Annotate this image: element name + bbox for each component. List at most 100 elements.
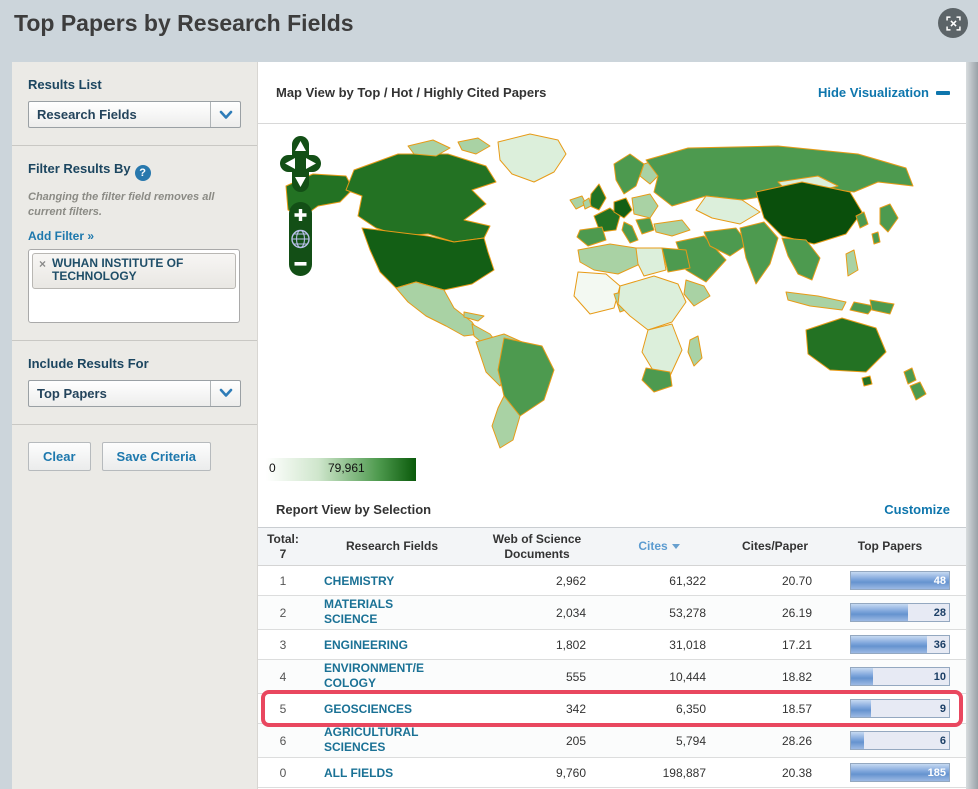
sidebar: Results List Research Fields Filter Resu… bbox=[12, 62, 258, 789]
row-rank: 3 bbox=[279, 637, 287, 652]
hide-visualization-link[interactable]: Hide Visualization bbox=[818, 85, 950, 100]
field-link[interactable]: GEOSCIENCES bbox=[308, 702, 412, 717]
filter-title-text: Filter Results By bbox=[28, 161, 131, 176]
field-link[interactable]: ENVIRONMENT/ECOLOGY bbox=[308, 661, 424, 691]
col-cites-per-paper: Cites/Paper bbox=[741, 539, 809, 553]
cites-per-paper-value: 17.21 bbox=[781, 637, 812, 652]
chevron-down-icon bbox=[210, 380, 240, 406]
scale-min-label: 0 bbox=[269, 461, 276, 475]
row-rank: 4 bbox=[279, 669, 287, 684]
top-papers-bar: 9 bbox=[850, 699, 950, 718]
world-map: 0 79,961 bbox=[258, 124, 966, 492]
clear-button[interactable]: Clear bbox=[28, 441, 91, 471]
top-papers-value: 9 bbox=[939, 702, 946, 715]
results-list-dropdown[interactable]: Research Fields bbox=[28, 101, 241, 128]
include-results-section: Include Results For Top Papers bbox=[12, 341, 257, 425]
table-header: Total: 7 Research Fields Web of Science … bbox=[258, 528, 966, 566]
row-rank: 6 bbox=[279, 733, 287, 748]
top-papers-value: 28 bbox=[933, 606, 946, 619]
filter-box: × WUHAN INSTITUTE OF TECHNOLOGY bbox=[28, 248, 240, 323]
field-link[interactable]: CHEMISTRY bbox=[308, 574, 394, 589]
top-papers-bar: 185 bbox=[850, 763, 950, 782]
top-papers-value: 185 bbox=[927, 766, 946, 779]
save-criteria-button[interactable]: Save Criteria bbox=[101, 441, 212, 471]
chevron-down-icon bbox=[210, 102, 240, 127]
total-count: 7 bbox=[279, 546, 287, 561]
expand-button[interactable] bbox=[938, 8, 968, 38]
scale-max-label: 79,961 bbox=[328, 461, 365, 475]
content-card: Results List Research Fields Filter Resu… bbox=[12, 62, 966, 789]
table-row: 6 AGRICULTURAL SCIENCES 205 5,794 28.26 … bbox=[258, 724, 966, 758]
minus-icon bbox=[936, 90, 950, 95]
cites-per-paper-value: 18.82 bbox=[781, 669, 812, 684]
cites-per-paper-value: 18.57 bbox=[781, 701, 812, 716]
row-rank: 5 bbox=[279, 701, 287, 716]
cites-value: 6,350 bbox=[675, 701, 706, 716]
page-title: Top Papers by Research Fields bbox=[14, 10, 354, 36]
field-link[interactable]: ALL FIELDS bbox=[308, 766, 393, 781]
docs-value: 2,034 bbox=[555, 605, 586, 620]
report-view-title: Report View by Selection bbox=[276, 502, 432, 517]
top-papers-value: 6 bbox=[939, 734, 946, 747]
expand-icon bbox=[945, 15, 961, 31]
filter-caption: Changing the filter field removes all cu… bbox=[28, 191, 215, 218]
table-row: 2 MATERIALS SCIENCE 2,034 53,278 26.19 2… bbox=[258, 596, 966, 630]
top-papers-bar: 28 bbox=[850, 603, 950, 622]
map-color-scale: 0 79,961 bbox=[266, 458, 416, 481]
filter-title: Filter Results By? bbox=[28, 161, 241, 181]
help-icon[interactable]: ? bbox=[134, 165, 151, 181]
include-results-selected: Top Papers bbox=[37, 385, 107, 401]
cites-value: 198,887 bbox=[662, 765, 706, 780]
pan-control bbox=[280, 136, 321, 192]
cites-value: 53,278 bbox=[669, 605, 706, 620]
map-controls bbox=[280, 136, 321, 276]
top-papers-bar: 6 bbox=[850, 731, 950, 750]
filter-chip[interactable]: × WUHAN INSTITUTE OF TECHNOLOGY bbox=[32, 252, 236, 290]
cites-value: 31,018 bbox=[669, 637, 706, 652]
top-papers-bar: 48 bbox=[850, 571, 950, 590]
cites-value: 5,794 bbox=[675, 733, 706, 748]
cites-per-paper-value: 26.19 bbox=[781, 605, 812, 620]
field-link[interactable]: AGRICULTURAL SCIENCES bbox=[308, 725, 424, 755]
include-results-dropdown[interactable]: Top Papers bbox=[28, 379, 241, 407]
map-view-title: Map View by Top / Hot / Highly Cited Pap… bbox=[276, 85, 547, 100]
results-list-label: Results List bbox=[28, 77, 102, 92]
top-papers-value: 48 bbox=[933, 574, 946, 587]
table-row: 3 ENGINEERING 1,802 31,018 17.21 36 bbox=[258, 630, 966, 660]
add-filter-link[interactable]: Add Filter » bbox=[28, 229, 94, 243]
sort-desc-icon bbox=[671, 544, 680, 549]
field-link[interactable]: MATERIALS SCIENCE bbox=[308, 597, 424, 627]
zoom-control bbox=[289, 202, 312, 276]
col-total: Total: 7 bbox=[258, 532, 308, 562]
page-header: Top Papers by Research Fields bbox=[0, 0, 978, 60]
cites-value: 61,322 bbox=[669, 573, 706, 588]
hide-visualization-label: Hide Visualization bbox=[817, 85, 929, 100]
row-rank: 1 bbox=[279, 573, 287, 588]
cites-value: 10,444 bbox=[669, 669, 706, 684]
cites-per-paper-value: 20.70 bbox=[781, 573, 812, 588]
customize-link[interactable]: Customize bbox=[884, 502, 950, 517]
docs-value: 2,962 bbox=[555, 573, 586, 588]
report-view-header: Report View by Selection Customize bbox=[258, 492, 966, 528]
choropleth-map[interactable] bbox=[258, 124, 958, 454]
row-rank: 0 bbox=[279, 765, 287, 780]
table-row-highlighted: 5 GEOSCIENCES 342 6,350 18.57 9 bbox=[258, 690, 966, 727]
cites-sort-button[interactable]: Cites bbox=[638, 539, 680, 554]
top-papers-bar: 36 bbox=[850, 635, 950, 654]
filter-section: Filter Results By? Changing the filter f… bbox=[12, 146, 257, 341]
map-view-header: Map View by Top / Hot / Highly Cited Pap… bbox=[258, 62, 966, 124]
row-rank: 2 bbox=[279, 605, 287, 620]
total-label: Total: bbox=[267, 531, 299, 546]
col-research-fields: Research Fields bbox=[345, 539, 439, 553]
col-cites: Cites bbox=[598, 539, 720, 554]
cites-per-paper-value: 20.38 bbox=[781, 765, 812, 780]
remove-filter-icon[interactable]: × bbox=[39, 257, 46, 285]
filter-chip-label: WUHAN INSTITUTE OF TECHNOLOGY bbox=[52, 255, 184, 284]
field-link[interactable]: ENGINEERING bbox=[308, 638, 408, 653]
docs-value: 205 bbox=[565, 733, 586, 748]
cites-per-paper-value: 28.26 bbox=[781, 733, 812, 748]
results-list-selected: Research Fields bbox=[37, 107, 137, 122]
vertical-scrollbar[interactable] bbox=[966, 62, 978, 789]
table-row: 1 CHEMISTRY 2,962 61,322 20.70 48 bbox=[258, 566, 966, 596]
table-row: 0 ALL FIELDS 9,760 198,887 20.38 185 bbox=[258, 758, 966, 788]
